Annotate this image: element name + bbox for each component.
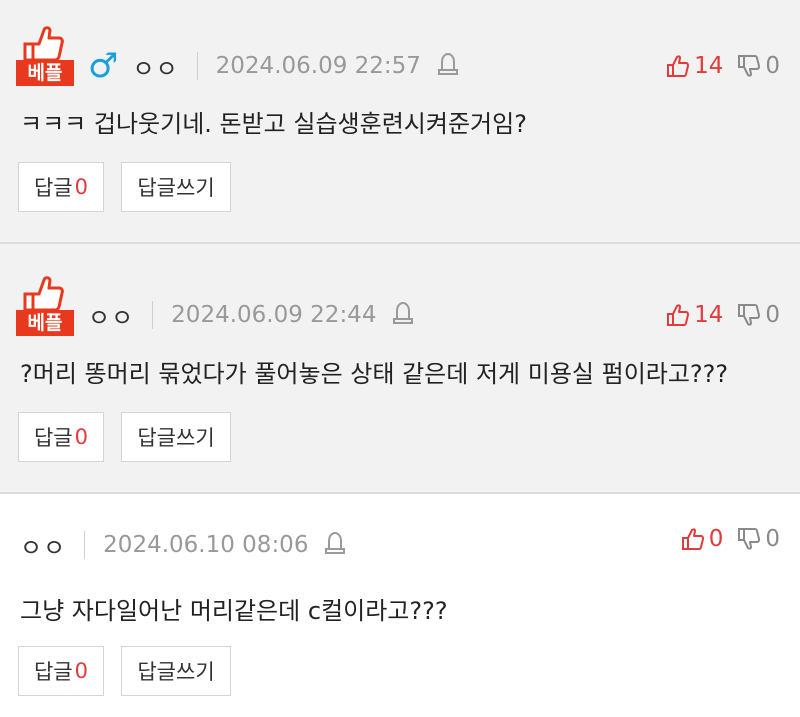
reply-button[interactable]: 답글 0 [18,412,104,462]
reply-count: 0 [74,175,88,199]
downvote-button[interactable]: 0 [737,302,780,328]
downvote-count: 0 [765,526,780,552]
report-icon[interactable] [392,301,414,329]
report-icon[interactable] [437,52,459,80]
comment-item: 베플 ㅇㅇ 2024.06.09 22:44 14 0 ?머리 똥머리 묶었다가… [0,244,800,494]
nickname[interactable]: ㅇㅇ [132,49,178,84]
comment-date: 2024.06.09 22:44 [171,302,377,328]
reply-count: 0 [74,659,88,683]
comment-meta: ㅇㅇ 2024.06.09 22:44 [88,295,414,335]
thumbs-up-icon [23,26,64,62]
thumbs-down-icon [738,528,761,550]
thumbs-up-icon [23,276,64,312]
write-reply-button[interactable]: 답글쓰기 [121,162,231,212]
downvote-count: 0 [765,53,780,79]
thumbs-up-icon [667,55,690,77]
comment-item: 베플 ♂ ㅇㅇ 2024.06.09 22:57 14 0 ㅋㅋㅋ 겁나웃기네.… [0,0,800,244]
male-icon: ♂ [88,46,119,86]
write-reply-button[interactable]: 답글쓰기 [121,646,231,696]
upvote-count: 0 [708,526,724,552]
comment-text: ?머리 똥머리 묶었다가 풀어놓은 상태 같은데 저게 미용실 펌이라고??? [20,360,729,388]
comment-date: 2024.06.10 08:06 [103,532,309,558]
downvote-count: 0 [765,302,780,328]
best-badge-label: 베플 [16,60,74,86]
comment-meta: ♂ ㅇㅇ 2024.06.09 22:57 [88,46,459,86]
best-comment-badge: 베플 [16,272,74,338]
divider [196,52,198,80]
nickname[interactable]: ㅇㅇ [20,528,66,563]
upvote-count: 14 [694,302,724,328]
downvote-button[interactable]: 0 [737,53,780,79]
reply-count: 0 [74,425,88,449]
vote-group: 0 0 [681,519,780,559]
thumbs-down-icon [738,304,761,326]
comment-date: 2024.06.09 22:57 [215,53,421,79]
report-icon[interactable] [324,531,346,559]
divider [152,301,154,329]
best-badge-label: 베플 [16,310,74,336]
reply-button[interactable]: 답글 0 [18,162,104,212]
upvote-count: 14 [694,53,724,79]
reply-label: 답글 [33,660,73,684]
vote-group: 14 0 [666,46,780,86]
thumbs-down-icon [738,55,761,77]
best-comment-badge: 베플 [16,22,74,88]
vote-group: 14 0 [666,295,780,335]
comment-text: ㅋㅋㅋ 겁나웃기네. 돈받고 실습생훈련시켜준거임? [20,110,527,138]
reply-button[interactable]: 답글 0 [18,646,104,696]
thumbs-up-icon [681,528,704,550]
nickname[interactable]: ㅇㅇ [88,298,134,333]
comment-meta: ㅇㅇ 2024.06.10 08:06 [20,525,346,565]
divider [84,531,86,559]
upvote-button[interactable]: 0 [681,526,724,552]
write-reply-button[interactable]: 답글쓰기 [121,412,231,462]
thumbs-up-icon [667,304,690,326]
downvote-button[interactable]: 0 [737,526,780,552]
upvote-button[interactable]: 14 [666,53,723,79]
upvote-button[interactable]: 14 [666,302,723,328]
reply-label: 답글 [33,176,73,200]
reply-label: 답글 [33,426,73,450]
comment-text: 그냥 자다일어난 머리같은데 c컬이라고??? [20,597,448,625]
comment-item: ㅇㅇ 2024.06.10 08:06 0 0 그냥 자다일어난 머리같은데 c… [0,494,800,717]
